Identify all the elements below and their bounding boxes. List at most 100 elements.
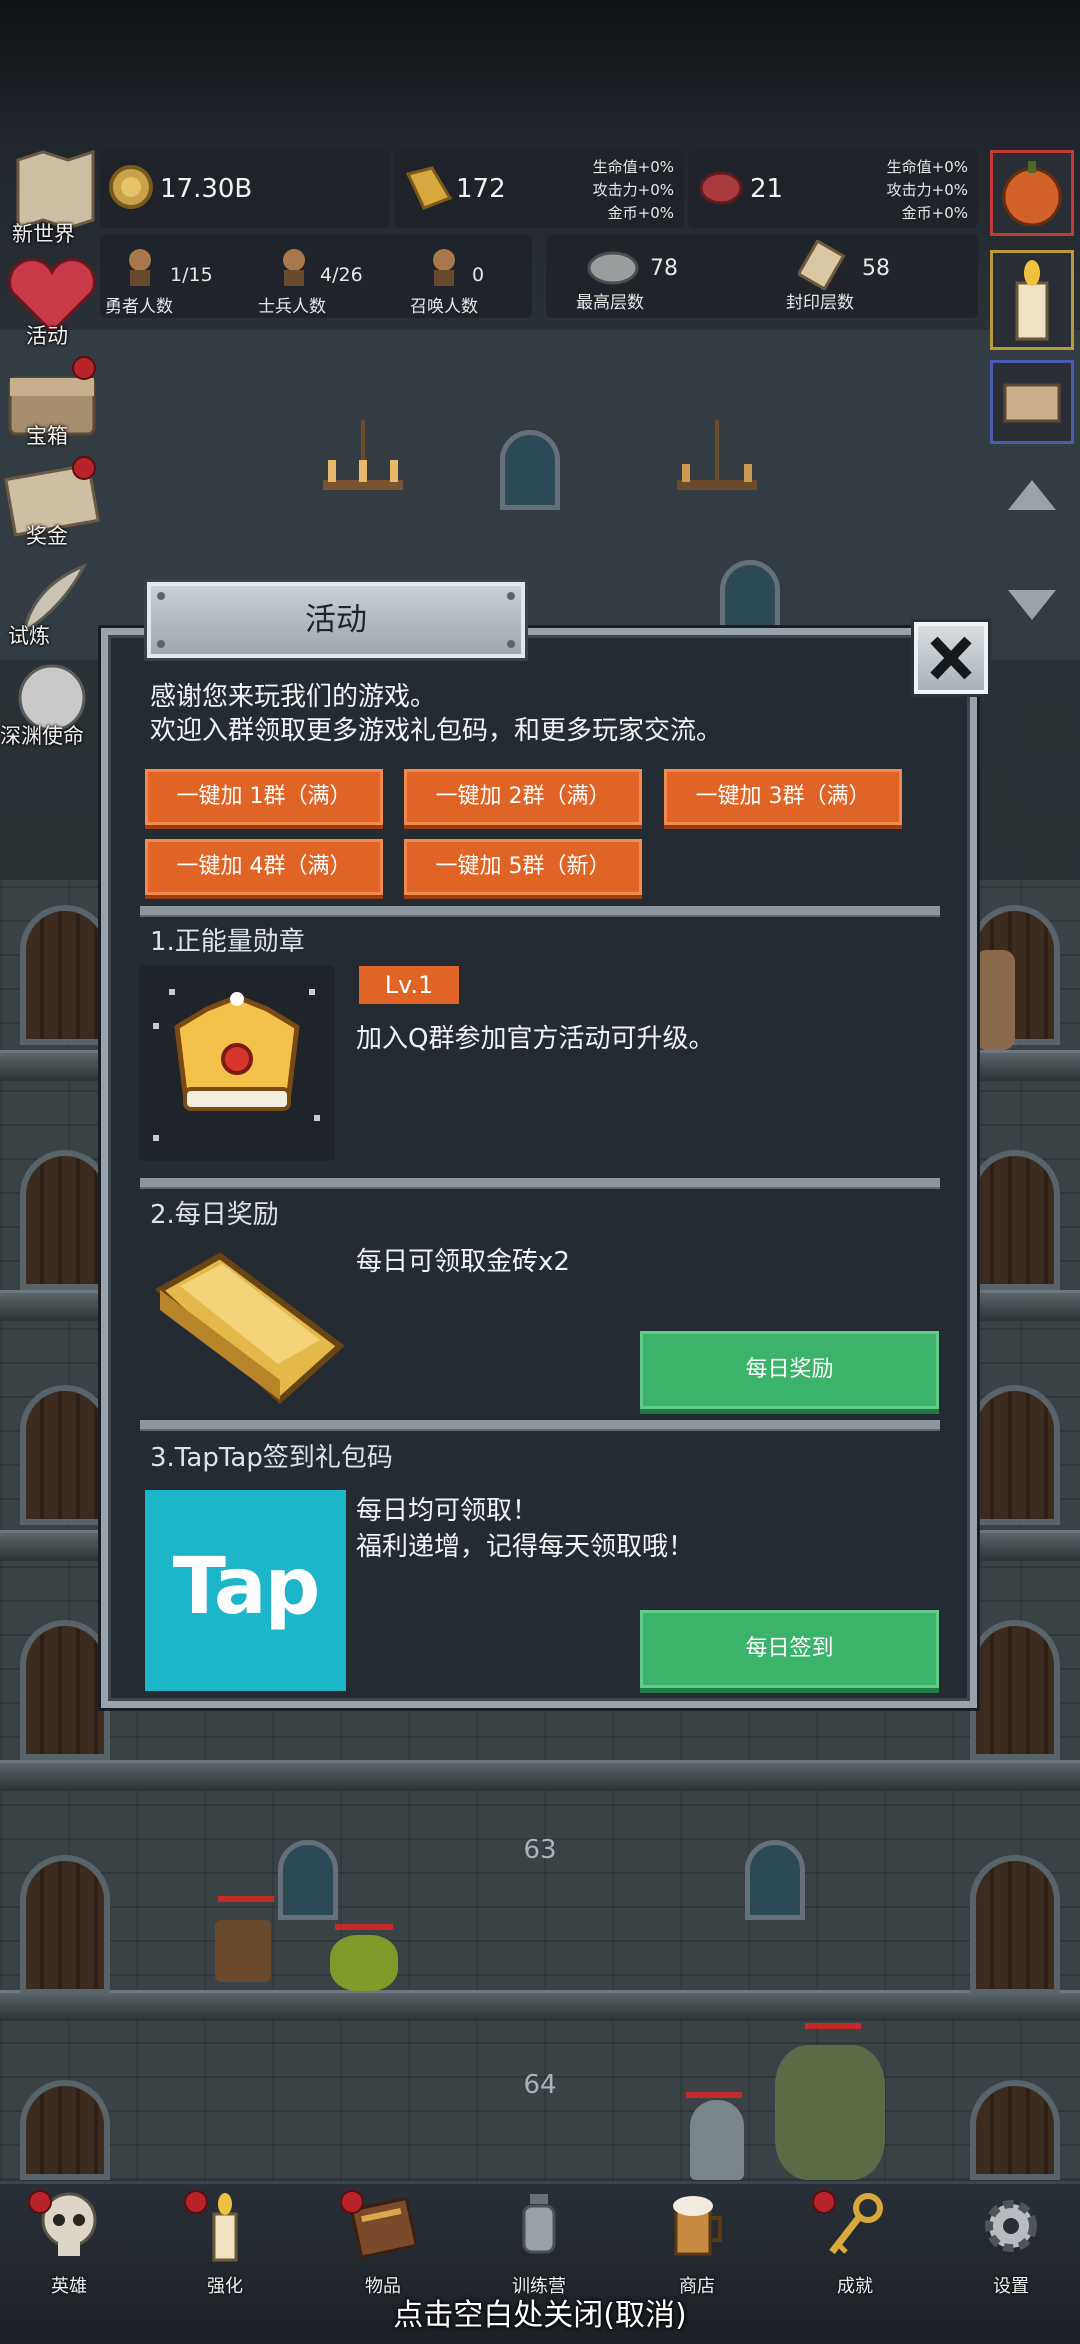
gold-bar-icon <box>405 166 453 210</box>
stat-line: 攻击力+0% <box>592 181 674 199</box>
gear-icon <box>985 2200 1037 2252</box>
stat-line: 金币+0% <box>901 204 968 222</box>
section-2-text: 每日可领取金砖x2 <box>356 1247 570 1277</box>
meat-icon <box>699 171 743 205</box>
gold-panel[interactable]: 17.30B <box>100 150 390 228</box>
enemy-hp-bar <box>805 2023 861 2029</box>
right-scroll-button[interactable] <box>990 360 1074 444</box>
castle-door <box>20 1620 110 1760</box>
rock-icon <box>587 251 639 285</box>
intro-line-1: 感谢您来玩我们的游戏。 <box>150 682 437 712</box>
castle-window <box>745 1840 805 1920</box>
join-group-2-button[interactable]: 一键加 2群（满） <box>404 769 642 825</box>
summon-count: 0 <box>472 264 485 286</box>
rivet <box>507 592 515 600</box>
floor-scroll-arrows[interactable] <box>1000 470 1064 630</box>
right-candle-button[interactable] <box>990 250 1074 350</box>
hero-unit <box>975 950 1015 1050</box>
gold-bar-panel[interactable]: 172 生命值+0% 攻击力+0% 金币+0% <box>394 150 684 228</box>
close-button[interactable] <box>914 622 988 694</box>
floors-panel: 78 最高层数 58 封印层数 <box>546 234 978 318</box>
join-group-3-button[interactable]: 一键加 3群（满） <box>664 769 902 825</box>
bonus-label: 奖金 <box>26 524 68 548</box>
floor-ledge <box>0 1990 1080 2021</box>
abyss-mission-label: 深渊使命 <box>0 724 84 748</box>
orc-enemy <box>775 2045 885 2180</box>
medal-level-badge: Lv.1 <box>359 966 459 1004</box>
gold-bar-stats: 生命值+0% 攻击力+0% 金币+0% <box>593 156 674 225</box>
tap-outside-to-close-hint[interactable]: 点击空白处关闭(取消) <box>0 2290 1080 2334</box>
daily-reward-button[interactable]: 每日奖励 <box>640 1331 939 1409</box>
castle-window <box>500 430 560 510</box>
soldier-count-label: 士兵人数 <box>258 297 326 317</box>
intro-line-2: 欢迎入群领取更多游戏礼包码，和更多玩家交流。 <box>150 716 723 746</box>
section-3-title: 3.TapTap签到礼包码 <box>150 1443 393 1473</box>
max-floor-label: 最高层数 <box>576 293 644 313</box>
mimic-chest-enemy <box>215 1920 271 1982</box>
summon-count-label: 召唤人数 <box>410 297 478 317</box>
gold-coin-icon <box>109 165 153 209</box>
slime-enemy <box>330 1935 398 1991</box>
scroll-arrows-icon <box>1008 480 1056 620</box>
castle-window <box>278 1840 338 1920</box>
taptap-logo-text: Tap <box>172 1542 321 1632</box>
dialog-title-plate: 活动 <box>147 582 525 658</box>
event-label: 活动 <box>26 324 68 348</box>
lantern-icon <box>522 2194 556 2254</box>
hero-head-icon <box>129 249 151 286</box>
notification-dot <box>72 356 96 380</box>
stat-line: 生命值+0% <box>886 158 968 176</box>
max-floor-value: 78 <box>650 256 678 281</box>
dialog-title: 活动 <box>305 602 367 638</box>
medal-frame <box>139 965 335 1161</box>
castle-door <box>20 905 110 1045</box>
castle-door <box>20 1855 110 1995</box>
castle-door <box>970 1620 1060 1760</box>
scroll-banner-icon <box>1003 383 1061 423</box>
section-1-text: 加入Q群参加官方活动可升级。 <box>356 1024 715 1054</box>
notification-dot <box>812 2190 836 2214</box>
enemy-hp-bar <box>218 1896 274 1902</box>
meat-panel[interactable]: 21 生命值+0% 攻击力+0% 金币+0% <box>688 150 978 228</box>
soldier-head-icon <box>283 249 305 286</box>
section-2-title: 2.每日奖励 <box>150 1200 279 1230</box>
meat-stats: 生命值+0% 攻击力+0% 金币+0% <box>887 156 968 225</box>
ghost-enemy <box>690 2100 744 2180</box>
floor-number: 64 <box>523 2070 557 2100</box>
section-divider <box>140 1420 940 1431</box>
taptap-logo: Tap <box>145 1490 346 1691</box>
sealed-floor-value: 58 <box>862 256 890 281</box>
section-3-text: 每日均可领取！ 福利递增，记得每天领取哦！ <box>356 1496 695 1562</box>
castle-door <box>970 1385 1060 1525</box>
soldier-count: 4/26 <box>320 264 363 286</box>
floor-ledge <box>0 1760 1080 1791</box>
hero-count: 1/15 <box>170 264 213 286</box>
gold-brick-icon <box>154 1252 345 1405</box>
castle-door <box>20 1150 110 1290</box>
join-group-5-button[interactable]: 一键加 5群（新） <box>404 839 642 895</box>
right-pumpkin-button[interactable] <box>990 150 1074 236</box>
stat-line: 金币+0% <box>607 204 674 222</box>
candle-icon <box>1015 260 1049 341</box>
daily-checkin-button[interactable]: 每日签到 <box>640 1610 939 1688</box>
join-group-4-button[interactable]: 一键加 4群（满） <box>145 839 383 895</box>
left-side-menu: 新世界 活动 宝箱 奖金 试炼 深渊使命 <box>0 149 100 750</box>
scroll-icon <box>798 240 846 290</box>
crown-medal-icon <box>153 989 320 1141</box>
castle-door <box>970 2080 1060 2180</box>
join-group-1-button[interactable]: 一键加 1群（满） <box>145 769 383 825</box>
chandelier-icon <box>323 420 403 490</box>
castle-door <box>970 1855 1060 1995</box>
gold-bar-amount: 172 <box>456 174 506 204</box>
section-1-title: 1.正能量勋章 <box>150 927 305 957</box>
pumpkin-icon <box>1002 161 1062 227</box>
rivet <box>157 592 165 600</box>
castle-door <box>20 2080 110 2180</box>
new-world-label: 新世界 <box>12 222 75 246</box>
rivet <box>507 640 515 648</box>
section-divider <box>140 1178 940 1189</box>
notification-dot <box>184 2190 208 2214</box>
new-world-button[interactable]: 新世界 <box>8 149 98 246</box>
rivet <box>157 640 165 648</box>
chandelier-icon <box>677 420 757 490</box>
